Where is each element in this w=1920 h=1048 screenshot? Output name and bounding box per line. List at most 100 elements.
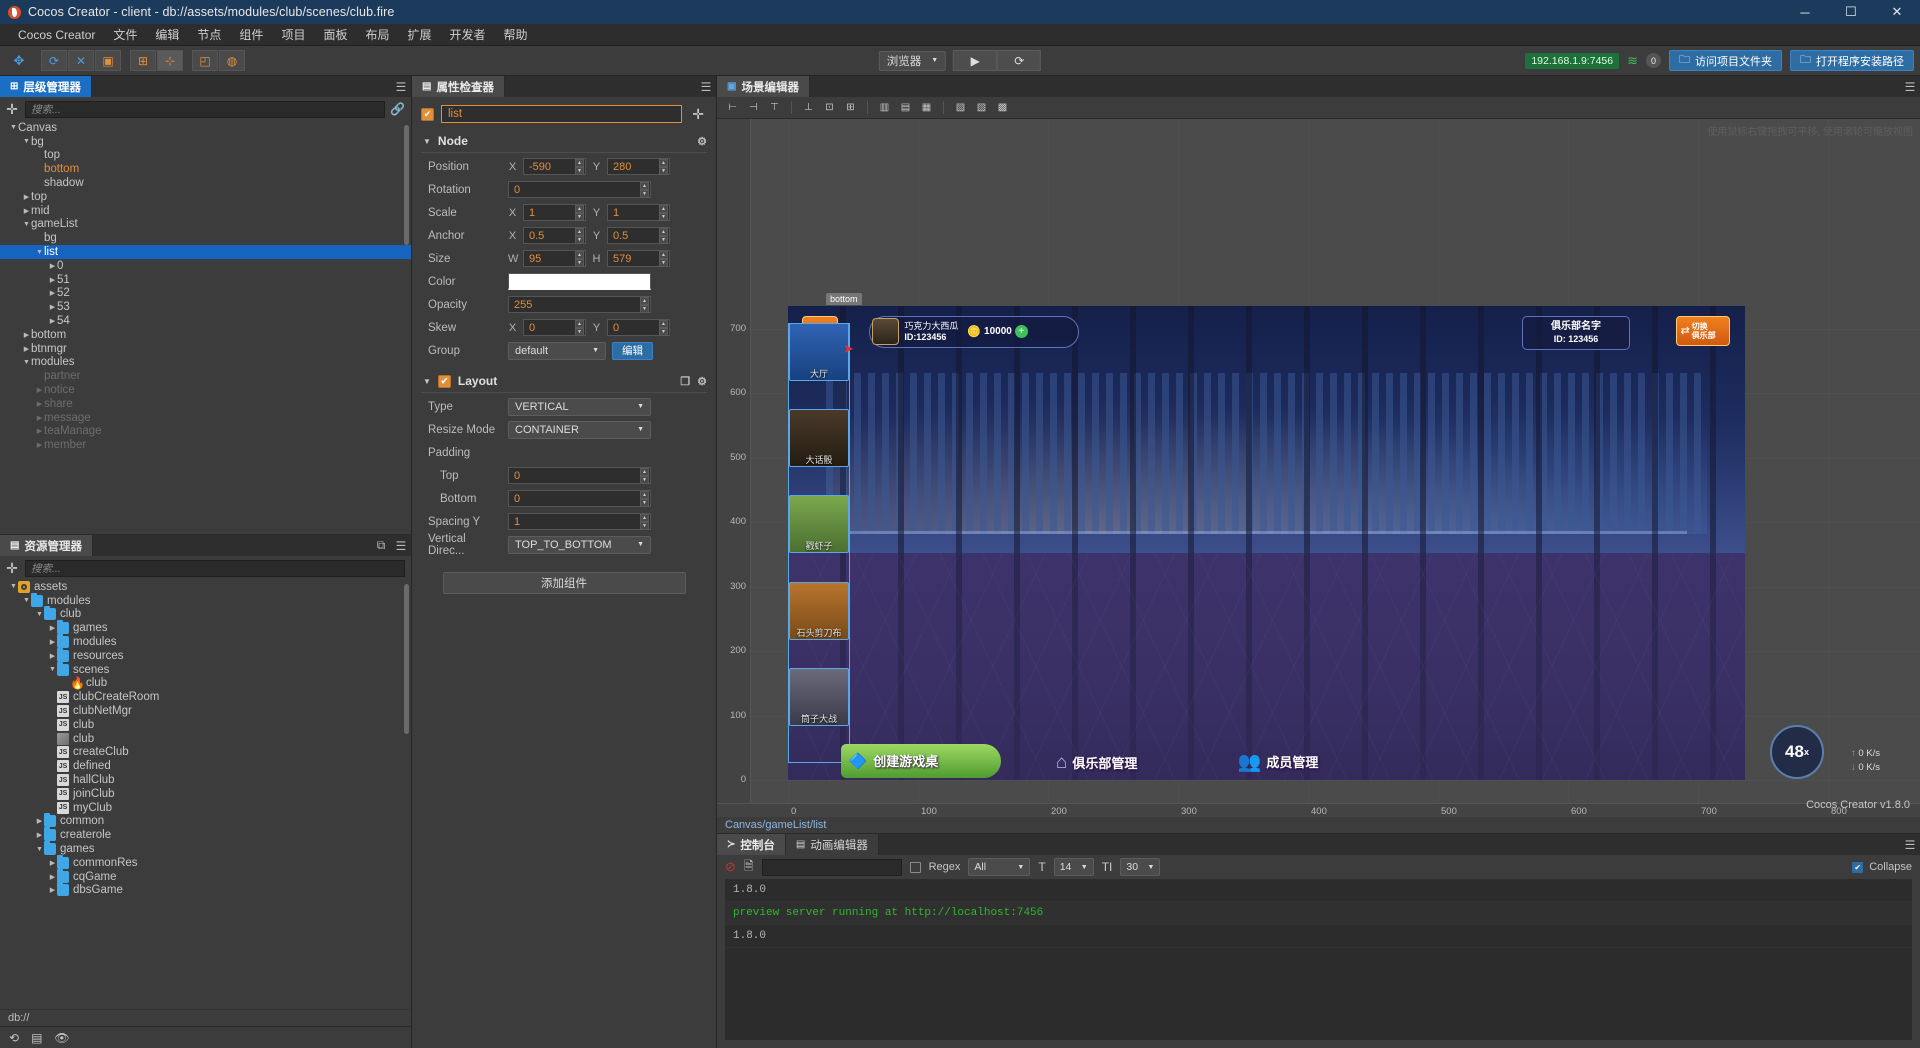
distribute-h-icon[interactable]: ▥ bbox=[875, 99, 894, 116]
asset-item-myclub[interactable]: JS myClub bbox=[0, 801, 411, 815]
vertical-direction-select[interactable]: TOP_TO_BOTTOM ▼ bbox=[508, 535, 651, 554]
asset-item-modules[interactable]: ▼ modules bbox=[0, 592, 411, 608]
menu-panel[interactable]: 面板 bbox=[314, 24, 356, 45]
align-middle-icon[interactable]: ⊡ bbox=[820, 99, 839, 116]
move-tool-button[interactable]: ✥ bbox=[6, 50, 32, 71]
assets-menu-button[interactable]: ☰ bbox=[391, 535, 411, 556]
chevron-down-icon[interactable]: ▼ bbox=[35, 249, 44, 256]
spread-all-icon[interactable]: ▩ bbox=[993, 99, 1012, 116]
line-height-select[interactable]: 30 ▼ bbox=[1120, 858, 1161, 876]
hierarchy-node-bg[interactable]: bg bbox=[0, 231, 411, 245]
hierarchy-node-top[interactable]: top bbox=[0, 149, 411, 163]
position-x-stepper[interactable]: ▲ ▼ bbox=[575, 159, 584, 175]
menu-layout[interactable]: 布局 bbox=[356, 24, 398, 45]
distribute-v-icon[interactable]: ▤ bbox=[896, 99, 915, 116]
scene-viewport[interactable]: 使用鼠标右键拖拽可平移, 使用滚轮可缩放视图 ⇦ 退出 巧克力大西瓜 ID:12… bbox=[717, 119, 1920, 817]
anchor-x-stepper[interactable]: ▲ ▼ bbox=[575, 228, 584, 244]
hierarchy-node-shadow[interactable]: shadow bbox=[0, 176, 411, 190]
close-button[interactable]: ✕ bbox=[1874, 0, 1920, 24]
assets-tree[interactable]: ▼ assets ▼ modules ▼ club ▶ games ▶ modules ▶ resou… bbox=[0, 580, 411, 1009]
chevron-right-icon[interactable]: ▶ bbox=[35, 441, 44, 449]
member-manage-button[interactable]: 👥 成员管理 bbox=[1238, 750, 1319, 774]
menu-cocos-creator[interactable]: Cocos Creator bbox=[9, 26, 104, 44]
hierarchy-node-message[interactable]: ▶ message bbox=[0, 411, 411, 425]
scale-y-stepper[interactable]: ▲ ▼ bbox=[659, 205, 668, 221]
log-level-select[interactable]: All ▼ bbox=[968, 858, 1031, 876]
play-button[interactable]: ▶ bbox=[953, 50, 998, 71]
hierarchy-node-54[interactable]: ▶ 54 bbox=[0, 314, 411, 328]
regex-checkbox[interactable] bbox=[909, 861, 921, 873]
add-asset-button[interactable]: ✛ bbox=[4, 560, 20, 577]
hierarchy-node-notice[interactable]: ▶ notice bbox=[0, 383, 411, 397]
chevron-right-icon[interactable]: ▶ bbox=[48, 303, 57, 311]
preview-target-select[interactable]: 浏览器 ▼ bbox=[878, 50, 947, 71]
menu-edit[interactable]: 编辑 bbox=[146, 24, 188, 45]
size-h-stepper[interactable]: ▲ ▼ bbox=[659, 251, 668, 267]
align-top-icon[interactable]: ⊥ bbox=[799, 99, 818, 116]
assets-search-input[interactable]: 搜索... bbox=[25, 559, 405, 577]
menu-developer[interactable]: 开发者 bbox=[441, 24, 495, 45]
asset-item-games[interactable]: ▼ games bbox=[0, 841, 411, 856]
hierarchy-node-52[interactable]: ▶ 52 bbox=[0, 287, 411, 301]
menu-component[interactable]: 组件 bbox=[230, 24, 272, 45]
chevron-down-icon[interactable]: ▼ bbox=[22, 138, 31, 145]
skew-y-stepper[interactable]: ▲ ▼ bbox=[659, 320, 668, 336]
position-x-input[interactable]: -590 ▲ ▼ bbox=[523, 158, 586, 175]
chevron-down-icon[interactable]: ▼ bbox=[35, 611, 44, 618]
scene-menu-button[interactable]: ☰ bbox=[1900, 76, 1920, 97]
chevron-down-icon[interactable]: ▼ bbox=[22, 221, 31, 228]
game-card-0[interactable]: 大厅 bbox=[789, 322, 849, 381]
hierarchy-node-bg[interactable]: ▼ bg bbox=[0, 135, 411, 149]
hierarchy-node-canvas[interactable]: ▼ Canvas bbox=[0, 121, 411, 135]
skew-x-input[interactable]: 0 ▲ ▼ bbox=[523, 319, 586, 336]
rotation-input[interactable]: 0 ▲ ▼ bbox=[508, 181, 651, 198]
menu-help[interactable]: 帮助 bbox=[495, 24, 537, 45]
switch-club-button[interactable]: ⇄ 切换 俱乐部 bbox=[1676, 315, 1731, 346]
asset-item-dbsgame[interactable]: ▶ dbsGame bbox=[0, 882, 411, 898]
align-left-icon[interactable]: ⊢ bbox=[723, 99, 742, 116]
collapse-checkbox[interactable]: ✔ bbox=[1852, 861, 1864, 873]
rotate-tool-button[interactable]: ⟳ bbox=[41, 50, 67, 71]
hierarchy-search-input[interactable]: 搜索... bbox=[25, 100, 386, 118]
refresh-button[interactable]: ⟳ bbox=[997, 50, 1042, 71]
scale-y-input[interactable]: 1 ▲ ▼ bbox=[607, 204, 670, 221]
anchor-y-stepper[interactable]: ▲ ▼ bbox=[659, 228, 668, 244]
minimize-button[interactable]: ─ bbox=[1782, 0, 1828, 24]
skew-y-input[interactable]: 0 ▲ ▼ bbox=[607, 319, 670, 336]
hierarchy-node-top[interactable]: ▶ top bbox=[0, 190, 411, 204]
menu-extension[interactable]: 扩展 bbox=[398, 24, 440, 45]
gear-icon[interactable]: ⚙ bbox=[697, 135, 707, 148]
hierarchy-node-mid[interactable]: ▶ mid bbox=[0, 204, 411, 218]
asset-item-joinclub[interactable]: JS joinClub bbox=[0, 787, 411, 801]
maximize-button[interactable]: ☐ bbox=[1828, 0, 1874, 24]
global-coord-button[interactable]: ◍ bbox=[219, 50, 245, 71]
asset-item-club[interactable]: JS club bbox=[0, 718, 411, 732]
chevron-right-icon[interactable]: ▶ bbox=[48, 638, 57, 646]
asset-item-assets[interactable]: ▼ assets bbox=[0, 580, 411, 594]
asset-item-createrole[interactable]: ▶ createrole bbox=[0, 827, 411, 842]
scale-x-input[interactable]: 1 ▲ ▼ bbox=[523, 204, 586, 221]
resize-mode-select[interactable]: CONTAINER ▼ bbox=[508, 420, 651, 439]
hierarchy-node-51[interactable]: ▶ 51 bbox=[0, 273, 411, 287]
chevron-down-icon[interactable]: ▼ bbox=[9, 583, 18, 590]
asset-item-createclub[interactable]: JS createClub bbox=[0, 746, 411, 760]
node-enabled-checkbox[interactable]: ✔ bbox=[421, 107, 434, 121]
chevron-right-icon[interactable]: ▶ bbox=[35, 414, 44, 422]
tab-hierarchy[interactable]: ⊞ 层级管理器 bbox=[0, 76, 92, 97]
layout-type-select[interactable]: VERTICAL ▼ bbox=[508, 397, 651, 416]
link-icon[interactable]: 🔗 bbox=[390, 102, 405, 116]
hierarchy-node-53[interactable]: ▶ 53 bbox=[0, 300, 411, 314]
hierarchy-node-bottom[interactable]: bottom bbox=[0, 162, 411, 176]
hierarchy-menu-button[interactable]: ☰ bbox=[391, 76, 411, 97]
asset-item-modules[interactable]: ▶ modules bbox=[0, 634, 411, 649]
align-right-icon[interactable]: ⊤ bbox=[765, 99, 784, 116]
gear-icon[interactable]: ⚙ bbox=[697, 375, 707, 388]
chevron-right-icon[interactable]: ▶ bbox=[22, 331, 31, 339]
open-project-folder-button[interactable]: 🗀 访问项目文件夹 bbox=[1669, 50, 1782, 71]
help-icon[interactable]: ❐ bbox=[680, 375, 690, 388]
spread-v-icon[interactable]: ▨ bbox=[972, 99, 991, 116]
hierarchy-node-0[interactable]: ▶ 0 bbox=[0, 259, 411, 273]
console-log-list[interactable]: 1.8.0 preview server running at http://lo… bbox=[725, 879, 1912, 1040]
assets-copy-button[interactable]: ⧉ bbox=[371, 535, 391, 556]
font-size-select[interactable]: 14 ▼ bbox=[1053, 858, 1094, 876]
